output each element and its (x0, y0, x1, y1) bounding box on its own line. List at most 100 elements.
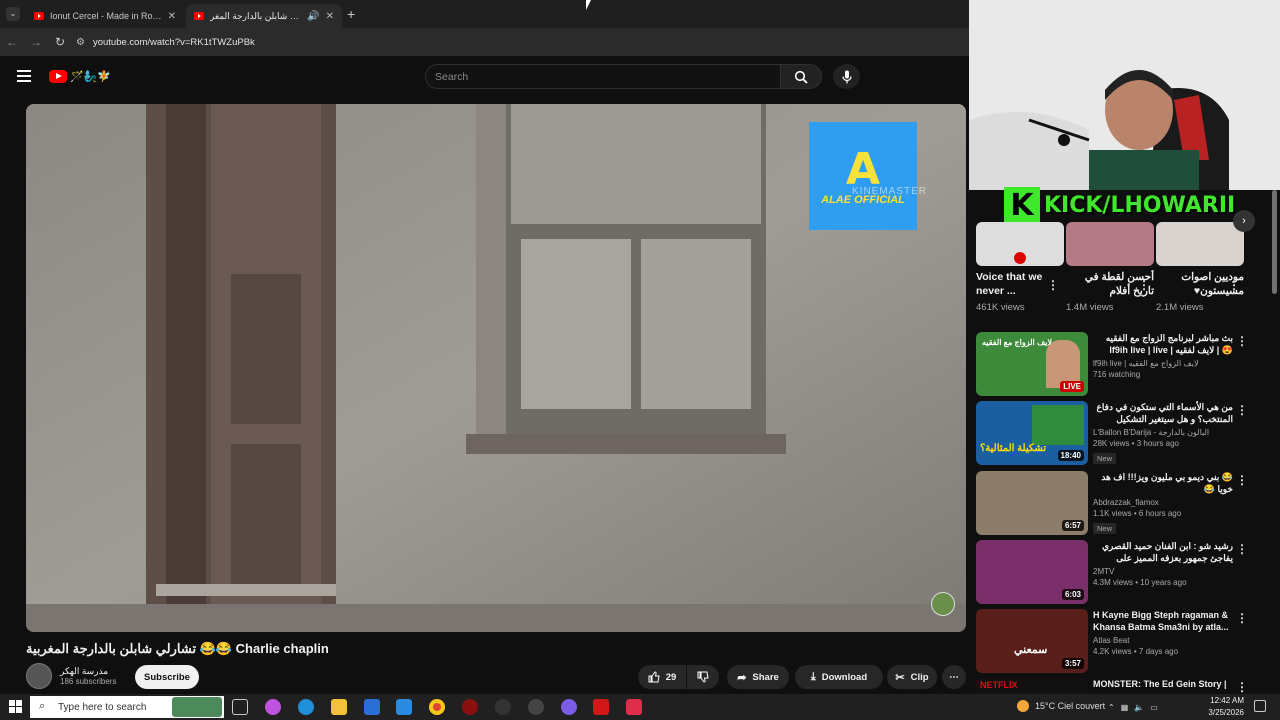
new-badge: New (1093, 453, 1117, 464)
tab-search-button[interactable]: ⌄ (6, 7, 20, 21)
clock-date[interactable]: 3/25/2026 (1198, 708, 1244, 717)
voice-search-button[interactable] (833, 64, 860, 89)
volume-icon[interactable]: 🔈 (1134, 703, 1144, 712)
more-icon[interactable]: ⋮ (1236, 473, 1248, 487)
more-icon[interactable]: ⋮ (1236, 334, 1248, 348)
video-player[interactable]: A ALAE OFFICIAL KINEMASTER (26, 104, 966, 632)
task-view-icon[interactable] (232, 699, 248, 715)
chrome-icon[interactable] (429, 699, 445, 715)
close-icon[interactable]: ✕ (168, 11, 176, 22)
video-title: بث مباشر لبرنامج الزواج مع الفقيه 😍 | لا… (1105, 333, 1233, 355)
video-channel[interactable]: Abdrazzak_flamox (1093, 498, 1233, 507)
channel-info: مدرسة الهكر 186 subscribers (26, 663, 116, 689)
edge-icon[interactable] (298, 699, 314, 715)
video-title: MONSTER: The Ed Gein Story | (1093, 679, 1227, 689)
kick-logo-icon: K (1004, 187, 1040, 223)
app-icon[interactable] (593, 699, 609, 715)
microsoft-store-icon[interactable] (364, 699, 380, 715)
reload-icon[interactable]: ↻ (48, 35, 72, 49)
more-icon[interactable]: ⋮ (1047, 278, 1059, 292)
back-icon[interactable]: ← (0, 35, 24, 49)
short-views: 2.1M views (1156, 302, 1204, 313)
more-actions-button[interactable]: ⋯ (942, 665, 966, 689)
scissors-icon: ✂ (895, 671, 905, 684)
taskbar-search-placeholder: Type here to search (58, 701, 147, 713)
video-channel[interactable]: Atlas Beat (1093, 636, 1233, 645)
video-thumbnail: سمعني 3:57 (976, 609, 1088, 673)
thumbnail-pitch (1032, 405, 1084, 445)
video-channel[interactable]: 2MTV (1093, 567, 1233, 576)
app-icon[interactable] (528, 699, 544, 715)
more-icon[interactable]: ⋮ (1236, 403, 1248, 417)
shorts-next-button[interactable]: › (1233, 210, 1255, 232)
more-icon[interactable]: ⋮ (1228, 278, 1240, 292)
thumbs-up-icon (648, 671, 660, 683)
battery-icon[interactable]: ▭ (1150, 703, 1158, 712)
weather-icon[interactable] (1017, 700, 1029, 712)
weather-text[interactable]: 15°C Ciel couvert (1035, 701, 1105, 711)
video-meta: 😂 بني ديمو بي مليون ويز!!! اف هد خويا 😂 … (1093, 471, 1233, 536)
app-4k-icon[interactable] (495, 699, 511, 715)
system-tray: ⌃ ▦ 🔈 ▭ (1108, 694, 1158, 720)
close-icon[interactable]: ✕ (326, 11, 334, 22)
sidebar-scrollbar[interactable] (1272, 190, 1277, 294)
like-button[interactable]: 29 (638, 665, 686, 689)
short-thumbnail[interactable] (1156, 222, 1244, 266)
tab-charlie-chaplin[interactable]: تشارلي شابلن بالدارجة المغر 🔊 ✕ (186, 4, 342, 28)
more-icon[interactable]: ⋮ (1236, 611, 1248, 625)
recommended-video[interactable]: لايف الزواج مع الفقيه LIVE بث مباشر لبرن… (976, 332, 1276, 396)
app-icon[interactable] (561, 699, 577, 715)
new-tab-button[interactable]: + (347, 6, 355, 22)
thumbnail-text: تشكيلة المثالية؟ (980, 443, 1047, 454)
recommended-video[interactable]: 6:03 رشيد شو : ابن الفنان حميد القصري يف… (976, 540, 1276, 604)
channel-name[interactable]: مدرسة الهكر (60, 666, 116, 677)
speaker-icon[interactable]: 🔊 (307, 11, 319, 22)
duration-badge: 3:57 (1061, 658, 1084, 669)
thumbnail-text: سمعني (1014, 644, 1048, 656)
video-channel[interactable]: L'Ballon B'Darija - البالون بالدارجة (1093, 428, 1233, 437)
recommended-video[interactable]: تشكيلة المثالية؟ 18:40 من هي الأسماء الت… (976, 401, 1276, 465)
dislike-button[interactable] (687, 665, 719, 689)
channel-avatar[interactable] (26, 663, 52, 689)
search-input[interactable]: Search (425, 64, 781, 89)
more-icon[interactable]: ⋮ (1138, 278, 1150, 292)
more-icon[interactable]: ⋮ (1236, 680, 1248, 694)
channel-branding-avatar[interactable] (931, 592, 955, 616)
search-button[interactable] (780, 64, 822, 89)
recommended-video[interactable]: NETFLIX MONSTER: The Ed Gein Story | ⋮ (976, 678, 1276, 694)
copilot-icon[interactable] (265, 699, 281, 715)
tab-ionut-cercel[interactable]: Ionut Cercel - Made in Romania ✕ (26, 4, 184, 28)
video-meta: رشيد شو : ابن الفنان حميد القصري يفاجئ ج… (1093, 540, 1233, 587)
subscribe-button[interactable]: Subscribe (135, 665, 199, 689)
menu-icon[interactable] (17, 70, 31, 82)
browser-address-bar: ← → ↻ ⚙ youtube.com/watch?v=RK1tTWZuPBk (0, 28, 969, 56)
video-thumbnail: لايف الزواج مع الفقيه LIVE (976, 332, 1088, 396)
windows-start-icon[interactable] (9, 700, 22, 713)
video-channel[interactable]: lf9ih live | لايف الزواج مع الفقيه (1093, 359, 1233, 368)
clock-time[interactable]: 12:42 AM (1204, 696, 1244, 705)
more-icon[interactable]: ⋮ (1236, 542, 1248, 556)
file-explorer-icon[interactable] (331, 699, 347, 715)
notification-icon[interactable] (1254, 700, 1266, 712)
video-thumbnail: تشكيلة المثالية؟ 18:40 (976, 401, 1088, 465)
forward-icon[interactable]: → (24, 35, 48, 49)
video-stats: 28K views • 3 hours ago (1093, 439, 1179, 448)
short-thumbnail[interactable] (1066, 222, 1154, 266)
youtube-logo[interactable]: 🪄🧞‍♂️🧚 (49, 70, 111, 83)
app-icon[interactable] (626, 699, 642, 715)
video-title: 😂 بني ديمو بي مليون ويز!!! اف هد خويا 😂 (1101, 472, 1233, 494)
video-meta: من هي الأسماء التي ستكون في دفاع المنتخب… (1093, 401, 1233, 466)
download-button[interactable]: ⤓ Download (795, 665, 883, 689)
app-icon[interactable] (462, 699, 478, 715)
video-meta: MONSTER: The Ed Gein Story | (1093, 678, 1233, 690)
chevron-up-icon[interactable]: ⌃ (1108, 703, 1115, 712)
url-field[interactable]: youtube.com/watch?v=RK1tTWZuPBk (93, 37, 255, 48)
clip-button[interactable]: ✂ Clip (887, 665, 937, 689)
share-button[interactable]: ➦ Share (727, 665, 789, 689)
site-info-icon[interactable]: ⚙ (76, 37, 85, 48)
short-thumbnail[interactable] (976, 222, 1064, 266)
recommended-video[interactable]: سمعني 3:57 H Kayne Bigg Steph ragaman & … (976, 609, 1276, 673)
network-icon[interactable]: ▦ (1121, 703, 1129, 712)
recommended-video[interactable]: 6:57 😂 بني ديمو بي مليون ويز!!! اف هد خو… (976, 471, 1276, 535)
outlook-icon[interactable] (396, 699, 412, 715)
